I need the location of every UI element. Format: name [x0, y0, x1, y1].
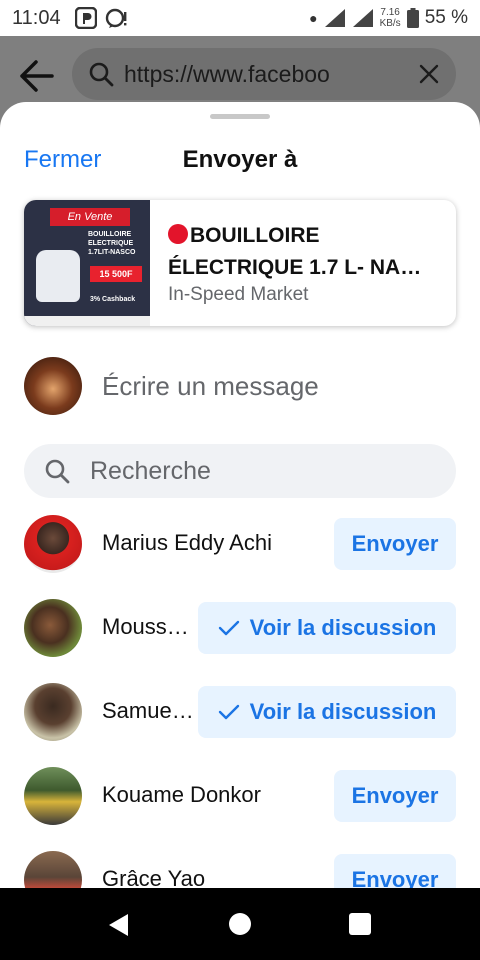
contact-list: Marius Eddy Achi Envoyer Mouss… Voir la …	[0, 512, 480, 888]
post-thumbnail: En Vente BOUILLOIRE ELECTRIQUE 1.7LIT-NA…	[24, 200, 150, 326]
contact-row: Marius Eddy Achi Envoyer	[0, 512, 480, 586]
post-source: In-Speed Market	[168, 284, 309, 305]
share-sheet: Envoyer à Fermer En Vente BOUILLOIRE ELE…	[0, 102, 480, 888]
contact-avatar	[24, 767, 82, 825]
status-time: 11:04	[12, 6, 61, 29]
search-icon	[89, 62, 114, 87]
thumbnail-text: BOUILLOIRE ELECTRIQUE 1.7LIT-NASCO	[88, 231, 136, 256]
contact-avatar	[24, 515, 82, 573]
view-conversation-button[interactable]: Voir la discussion	[198, 686, 456, 738]
messenger-notification-icon	[105, 8, 126, 28]
app-notification-icon	[74, 7, 97, 29]
contact-name: Marius Eddy Achi	[102, 530, 272, 555]
contact-name: Mouss…	[102, 614, 189, 639]
check-icon	[218, 620, 239, 636]
contact-row: Samue… Voir la discussion	[0, 670, 480, 754]
url-text[interactable]: https://www.faceboo	[124, 61, 418, 88]
contact-avatar	[24, 683, 82, 741]
view-conversation-button[interactable]: Voir la discussion	[198, 602, 456, 654]
clear-url-icon[interactable]	[418, 63, 440, 85]
check-icon	[218, 704, 239, 720]
contact-name: Kouame Donkor	[102, 782, 261, 807]
thumbnail-cashback: 3% Cashback	[90, 296, 136, 303]
status-bar: 11:04 ● 7.16 KB/s 55 %	[0, 0, 480, 36]
battery-icon	[406, 8, 419, 28]
send-button[interactable]: Envoyer	[334, 770, 456, 822]
post-title: BOUILLOIRE ÉLECTRIQUE 1.7 L- NA…	[168, 224, 422, 279]
system-navigation-bar	[0, 888, 480, 960]
url-bar[interactable]: https://www.faceboo	[72, 48, 456, 100]
contact-row: Kouame Donkor Envoyer	[0, 754, 480, 838]
message-input[interactable]: Écrire un message	[102, 371, 319, 402]
back-arrow-icon[interactable]	[16, 58, 56, 94]
battery-level: 55 %	[424, 7, 468, 28]
contact-avatar	[24, 851, 82, 888]
nav-home-icon[interactable]	[229, 913, 251, 935]
contact-name: Grâce Yao	[102, 866, 206, 888]
dot-indicator-icon: ●	[309, 10, 318, 26]
search-icon	[45, 459, 70, 484]
red-circle-icon	[168, 224, 188, 244]
kettle-image	[36, 250, 80, 302]
contact-row: Grâce Yao Envoyer	[0, 838, 480, 888]
thumbnail-banner: En Vente	[50, 208, 130, 226]
send-button[interactable]: Envoyer	[334, 518, 456, 570]
network-speed: 7.16 KB/s	[379, 7, 401, 29]
message-compose[interactable]: Écrire un message	[24, 356, 456, 416]
user-avatar	[24, 357, 82, 415]
signal-icon	[324, 9, 345, 27]
close-button[interactable]: Fermer	[24, 146, 101, 174]
search-placeholder: Recherche	[90, 456, 211, 485]
drag-handle[interactable]	[210, 114, 270, 119]
shared-post-preview: En Vente BOUILLOIRE ELECTRIQUE 1.7LIT-NA…	[24, 200, 456, 326]
nav-back-icon[interactable]	[106, 912, 130, 938]
signal-icon-2	[352, 9, 373, 27]
send-button[interactable]: Envoyer	[334, 854, 456, 888]
search-input[interactable]: Recherche	[24, 444, 456, 498]
contact-avatar	[24, 599, 82, 657]
thumbnail-price: 15 500F	[90, 266, 142, 282]
nav-recent-apps-icon[interactable]	[349, 913, 371, 935]
contact-name: Samue…	[102, 698, 194, 723]
contact-row: Mouss… Voir la discussion	[0, 586, 480, 670]
